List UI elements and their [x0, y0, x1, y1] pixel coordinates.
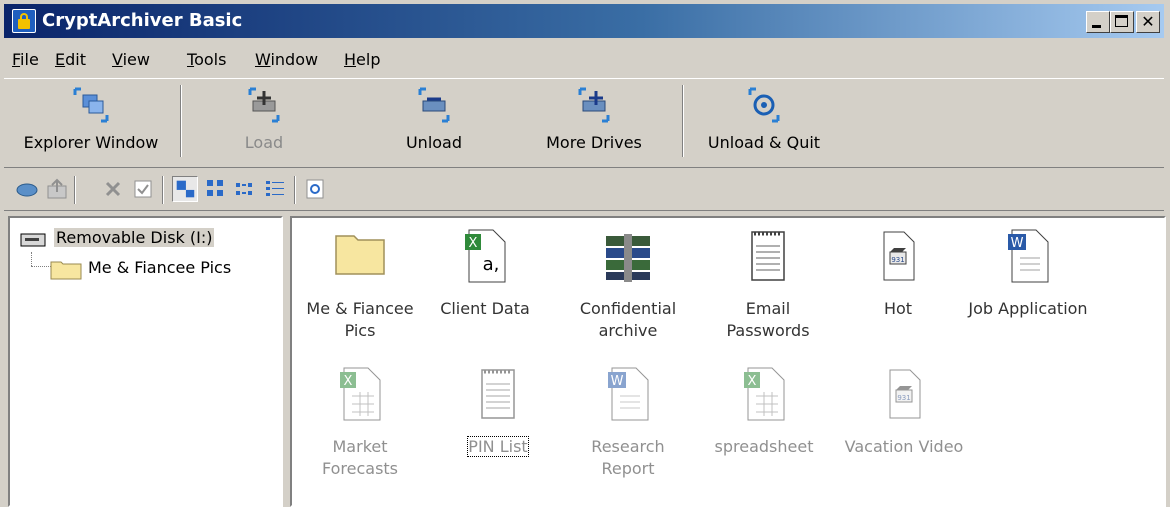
- close-icon: ✕: [1141, 12, 1155, 31]
- word-file-icon: W: [608, 367, 649, 421]
- excel-file-icon: X: [744, 367, 785, 421]
- list-view-icon[interactable]: [232, 176, 258, 202]
- folder-tree[interactable]: Removable Disk (I:) Me & Fiancee Pics: [8, 216, 283, 507]
- unload-button[interactable]: Unload: [384, 79, 484, 165]
- file-name: Confidential archive: [579, 299, 677, 340]
- lock-icon[interactable]: [12, 9, 36, 33]
- file-name: Market Forecasts: [321, 437, 399, 478]
- removable-disk-icon: [20, 233, 46, 247]
- file-item[interactable]: Confidential archive: [568, 226, 688, 342]
- file-item[interactable]: X spreadsheet: [704, 364, 824, 458]
- more-drives-label: More Drives: [546, 133, 642, 152]
- toolbar-separator: [180, 85, 182, 157]
- file-list-pane[interactable]: Me & Fiancee Pics Xa, Client Data Confid…: [290, 216, 1166, 507]
- explorer-window-icon: [73, 87, 109, 123]
- large-icons-view-icon[interactable]: [172, 176, 198, 202]
- toolbar-separator: [682, 85, 684, 157]
- notepad-icon: [481, 369, 515, 419]
- tree-item-label: Me & Fiancee Pics: [88, 258, 232, 277]
- menu-edit[interactable]: Edit: [55, 50, 86, 69]
- load-label: Load: [244, 133, 284, 152]
- unload-quit-label: Unload & Quit: [707, 133, 821, 152]
- more-drives-button[interactable]: More Drives: [529, 79, 659, 165]
- maximize-icon: [1115, 15, 1128, 27]
- tree-connector: [31, 252, 32, 266]
- minimize-icon: [1092, 25, 1101, 28]
- file-name-focused: PIN List: [467, 436, 529, 457]
- file-item[interactable]: W Job Application: [968, 226, 1088, 320]
- load-button[interactable]: Load: [214, 79, 314, 165]
- word-file-icon: W: [1008, 229, 1049, 283]
- file-name: Client Data: [440, 299, 530, 318]
- archive-icon: [606, 234, 650, 282]
- file-item[interactable]: Xa, Client Data: [425, 226, 545, 320]
- file-name: Vacation Video: [844, 437, 964, 456]
- title-bar[interactable]: CryptArchiver Basic ✕: [4, 4, 1164, 38]
- details-view-icon[interactable]: [262, 176, 288, 202]
- up-folder-icon[interactable]: [44, 176, 70, 202]
- file-name: Hot: [883, 299, 913, 318]
- minimize-button[interactable]: [1086, 11, 1110, 33]
- menu-bar: File Edit View Tools Window Help: [4, 44, 1164, 74]
- toolbar-separator: [162, 176, 164, 204]
- svg-text:X: X: [748, 374, 757, 389]
- folder-icon: [335, 235, 385, 275]
- file-item[interactable]: X Market Forecasts: [300, 364, 420, 480]
- file-item[interactable]: 931 Hot: [838, 226, 958, 320]
- close-button[interactable]: ✕: [1136, 11, 1160, 33]
- file-name: Me & Fiancee Pics: [306, 299, 414, 340]
- menu-view[interactable]: View: [112, 50, 150, 69]
- toolbar-separator: [294, 176, 296, 204]
- svg-text:931: 931: [891, 256, 904, 264]
- file-name: spreadsheet: [714, 437, 814, 456]
- svg-text:W: W: [611, 374, 624, 389]
- explorer-window-button[interactable]: Explorer Window: [6, 79, 176, 165]
- menu-tools[interactable]: Tools: [187, 50, 226, 69]
- main-toolbar: Explorer Window Load Unload More Drives …: [4, 78, 1164, 168]
- tree-connector: [31, 266, 51, 267]
- menu-window[interactable]: Window: [255, 50, 318, 69]
- excel-file-icon: Xa,: [465, 229, 506, 283]
- excel-file-icon: X: [340, 367, 381, 421]
- svg-text:W: W: [1011, 236, 1024, 251]
- refresh-icon[interactable]: [302, 176, 328, 202]
- svg-text:a,: a,: [483, 254, 500, 275]
- file-name: Email Passwords: [726, 299, 810, 340]
- file-item[interactable]: 931 Vacation Video: [834, 364, 974, 458]
- svg-text:931: 931: [897, 394, 910, 402]
- delete-icon[interactable]: [100, 176, 126, 202]
- tree-root-label: Removable Disk (I:): [54, 228, 215, 247]
- toolbar-separator: [74, 176, 76, 204]
- window-title: CryptArchiver Basic: [42, 10, 243, 31]
- small-icons-view-icon[interactable]: [202, 176, 228, 202]
- secondary-toolbar: [4, 170, 1164, 211]
- video-file-icon: 931: [883, 231, 915, 281]
- file-name: Job Application: [968, 299, 1088, 318]
- explorer-window-label: Explorer Window: [23, 133, 159, 152]
- folder-icon: [50, 261, 82, 280]
- unload-quit-button[interactable]: Unload & Quit: [699, 79, 829, 165]
- menu-file[interactable]: File: [12, 50, 39, 69]
- video-file-icon: 931: [889, 369, 921, 419]
- power-icon: [748, 87, 780, 123]
- app-window: CryptArchiver Basic ✕ File Edit View Too…: [0, 0, 1170, 507]
- svg-text:X: X: [344, 374, 353, 389]
- notepad-icon: [751, 231, 785, 281]
- unload-label: Unload: [405, 133, 463, 152]
- svg-text:X: X: [469, 236, 478, 251]
- file-item[interactable]: W Research Report: [568, 364, 688, 480]
- more-drives-icon: [578, 87, 610, 123]
- file-name: Research Report: [591, 437, 665, 478]
- load-icon: [248, 87, 280, 123]
- menu-help[interactable]: Help: [344, 50, 380, 69]
- unload-icon: [418, 87, 450, 123]
- file-item[interactable]: Email Passwords: [708, 226, 828, 342]
- file-item[interactable]: Me & Fiancee Pics: [300, 226, 420, 342]
- file-item[interactable]: PIN List: [438, 364, 558, 458]
- file-name: PIN List: [438, 436, 558, 458]
- maximize-button[interactable]: [1110, 11, 1134, 33]
- drive-icon[interactable]: [14, 176, 40, 202]
- properties-icon[interactable]: [130, 176, 156, 202]
